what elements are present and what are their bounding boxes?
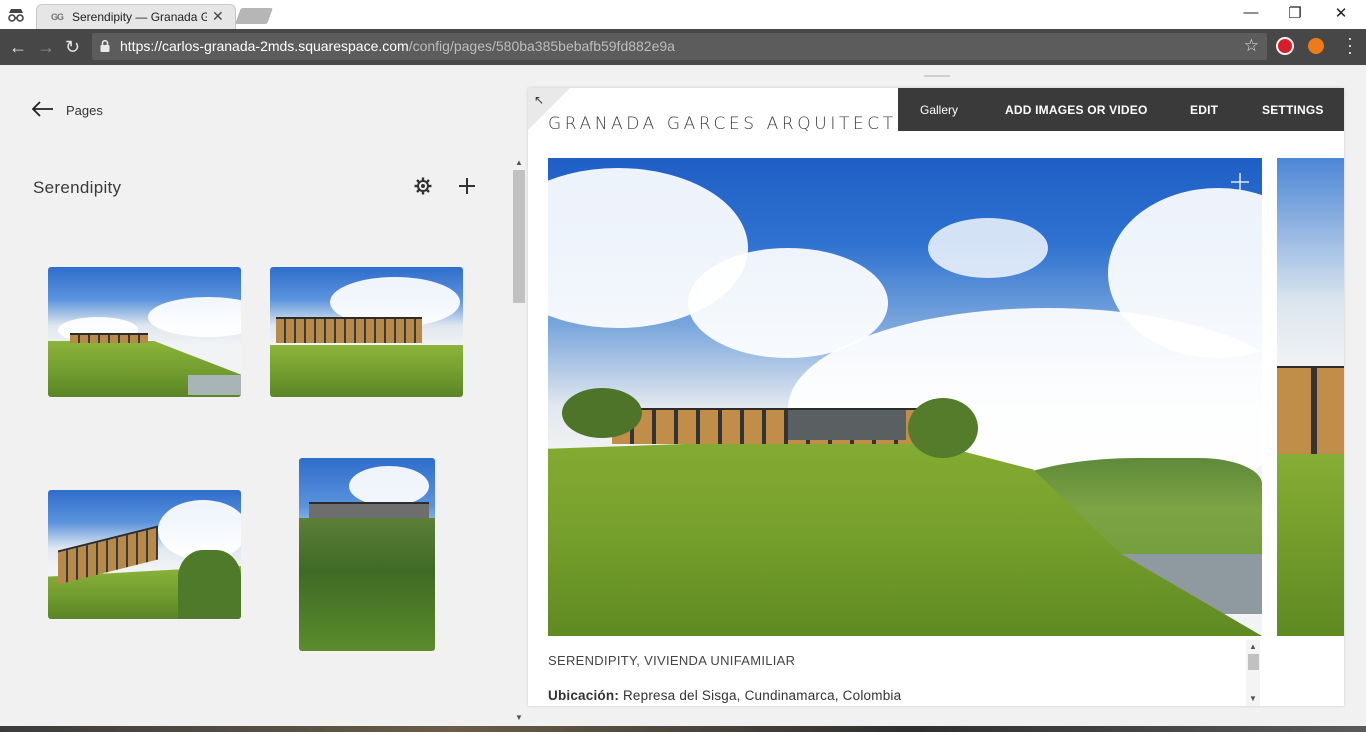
tree: [908, 398, 978, 458]
edit-button[interactable]: EDIT: [1190, 103, 1218, 117]
gallery-thumbnail[interactable]: [48, 490, 241, 619]
tab-favicon: GG: [51, 12, 64, 22]
panel-scrollbar-thumb[interactable]: [513, 170, 525, 303]
extension-fox-icon[interactable]: [1308, 38, 1324, 54]
gallery-main-image[interactable]: [548, 158, 1262, 636]
lock-icon: [100, 40, 110, 52]
scroll-up-arrow[interactable]: ▲: [515, 158, 523, 167]
house-glazing: [788, 410, 906, 440]
browser-toolbar: ← → ↻ https://carlos-granada-2mds.square…: [0, 29, 1366, 65]
taskbar-edge: [0, 726, 1366, 732]
bookmark-star-icon[interactable]: ☆: [1244, 36, 1259, 56]
caption-location-label: Ubicación:: [548, 688, 620, 703]
browser-tab-active[interactable]: GG Serendipity — Granada G ✕: [36, 4, 236, 30]
caption-scroll-down[interactable]: ▼: [1249, 694, 1257, 703]
adblock-extension-icon[interactable]: [1276, 37, 1294, 55]
pages-panel: Pages Serendipity: [0, 66, 510, 732]
caption-location: Ubicación: Represa del Sisga, Cundinamar…: [548, 688, 901, 703]
gallery-thumbnail[interactable]: [270, 267, 463, 397]
caption-title: SERENDIPITY, VIVIENDA UNIFAMILIAR: [548, 653, 796, 668]
page-title: Serendipity: [33, 178, 122, 197]
gallery-thumbnail[interactable]: [48, 267, 241, 397]
gallery-edit-bar: Gallery ADD IMAGES OR VIDEO EDIT SETTING…: [898, 88, 1344, 131]
thumbnail-house: [70, 333, 148, 343]
gallery-label[interactable]: Gallery: [920, 103, 958, 117]
forward-button[interactable]: →: [37, 37, 55, 58]
url-host: https://carlos-granada-2mds.squarespace.…: [120, 38, 409, 54]
tree: [562, 388, 642, 438]
url-path: /config/pages/580ba385bebafb59fd882e9a: [408, 38, 675, 54]
arrow-left-icon[interactable]: [32, 101, 54, 117]
maximize-button[interactable]: ❐: [1280, 4, 1310, 22]
add-images-button[interactable]: ADD IMAGES OR VIDEO: [1005, 103, 1147, 117]
plus-icon[interactable]: [1230, 172, 1250, 192]
new-tab-button[interactable]: [235, 8, 273, 24]
expand-icon[interactable]: ↖: [534, 93, 544, 107]
thumbnail-lake: [188, 375, 241, 395]
preview-drag-handle[interactable]: [924, 75, 950, 77]
thumbnail-house: [276, 317, 422, 343]
site-title[interactable]: GRANADA GARCES ARQUITECTOS: [548, 114, 928, 134]
browser-tabbar: GG Serendipity — Granada G ✕ — ❐ ✕: [0, 0, 1366, 30]
pages-back-link[interactable]: Pages: [66, 103, 103, 118]
address-bar[interactable]: https://carlos-granada-2mds.squarespace.…: [92, 33, 1267, 60]
thumbnail-trees: [178, 550, 241, 619]
url-text: https://carlos-granada-2mds.squarespace.…: [120, 38, 675, 54]
gallery-next-image[interactable]: [1277, 158, 1344, 636]
house: [1277, 366, 1344, 456]
gallery-thumbnail[interactable]: [299, 458, 435, 651]
thumbnail-vegetation: [299, 518, 435, 651]
caption-location-value: Represa del Sisga, Cundinamarca, Colombi…: [619, 688, 902, 703]
tab-close-icon[interactable]: ✕: [212, 8, 224, 25]
close-window-button[interactable]: ✕: [1326, 4, 1356, 22]
caption-scroll-up[interactable]: ▲: [1249, 642, 1257, 651]
thumbnail-cloud: [349, 466, 429, 506]
thumbnail-hill: [270, 345, 463, 397]
browser-menu-icon[interactable]: · · ·: [1344, 29, 1356, 61]
site-preview: ↖ GRANADA GARCES ARQUITECTOS Gallery ADD…: [528, 88, 1344, 706]
gear-icon[interactable]: [414, 177, 432, 195]
reload-button[interactable]: ↻: [65, 37, 80, 58]
cloud: [928, 218, 1048, 278]
minimize-button[interactable]: —: [1236, 4, 1266, 21]
tab-title: Serendipity — Granada G: [72, 10, 207, 24]
add-image-plus-icon[interactable]: [458, 177, 476, 195]
scroll-down-arrow[interactable]: ▼: [515, 713, 523, 722]
settings-button[interactable]: SETTINGS: [1262, 103, 1324, 117]
incognito-icon: [8, 9, 24, 22]
grassy-hill: [1277, 454, 1344, 636]
back-button[interactable]: ←: [9, 37, 27, 58]
caption-scrollbar-thumb[interactable]: [1248, 654, 1259, 670]
